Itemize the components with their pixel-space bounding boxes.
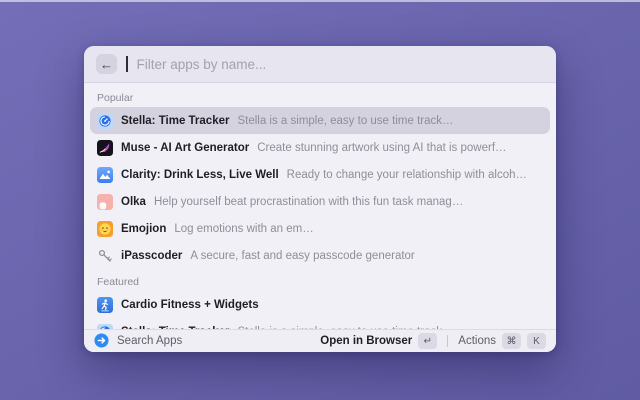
list-item-ipasscoder[interactable]: iPasscoder A secure, fast and easy passc… bbox=[90, 242, 550, 269]
app-subtitle: Help yourself beat procrastination with … bbox=[154, 196, 463, 208]
list-item-stella-featured[interactable]: Stella: Time Tracker Stella is a simple,… bbox=[90, 318, 550, 329]
section-header-featured: Featured bbox=[84, 269, 556, 291]
list-item-stella[interactable]: Stella: Time Tracker Stella is a simple,… bbox=[90, 107, 550, 134]
return-keycap: ↵ bbox=[418, 333, 437, 349]
app-subtitle: Create stunning artwork using AI that is… bbox=[257, 142, 506, 154]
app-subtitle: A secure, fast and easy passcode generat… bbox=[190, 250, 414, 262]
list-item-cardio[interactable]: Cardio Fitness + Widgets bbox=[90, 291, 550, 318]
app-title: Cardio Fitness + Widgets bbox=[121, 299, 259, 311]
footer-divider bbox=[447, 335, 448, 347]
command-keycap: ⌘ bbox=[502, 333, 521, 349]
back-button[interactable]: ← bbox=[96, 54, 117, 74]
search-input[interactable] bbox=[137, 57, 545, 72]
key-icon bbox=[97, 248, 113, 264]
emojion-face-icon bbox=[97, 221, 113, 237]
section-header-popular: Popular bbox=[84, 85, 556, 107]
footer-actions: Open in Browser ↵ Actions ⌘ K bbox=[320, 333, 546, 349]
clarity-mountain-icon bbox=[97, 167, 113, 183]
list-item-muse[interactable]: Muse - AI Art Generator Create stunning … bbox=[90, 134, 550, 161]
muse-brush-icon bbox=[97, 140, 113, 156]
app-title: Olka bbox=[121, 196, 146, 208]
text-caret bbox=[126, 56, 128, 72]
search-apps-icon bbox=[94, 333, 110, 349]
app-subtitle: Log emotions with an em… bbox=[174, 223, 313, 235]
results-list: Popular Stella: Time Tracker Stella is a… bbox=[84, 83, 556, 329]
footer-bar: Search Apps Open in Browser ↵ Actions ⌘ … bbox=[84, 329, 556, 352]
menu-bar-sliver bbox=[0, 0, 640, 2]
app-title: Clarity: Drink Less, Live Well bbox=[121, 169, 279, 181]
app-subtitle: Ready to change your relationship with a… bbox=[287, 169, 527, 181]
olka-pink-icon bbox=[97, 194, 113, 210]
app-title: Muse - AI Art Generator bbox=[121, 142, 249, 154]
stella-clock-icon bbox=[97, 113, 113, 129]
cardio-runner-icon bbox=[97, 297, 113, 313]
open-in-browser-button[interactable]: Open in Browser bbox=[320, 335, 412, 347]
app-search-panel: ← Popular Stella: Time Tracker Stella is… bbox=[84, 46, 556, 352]
footer-source: Search Apps bbox=[94, 333, 182, 349]
app-title: Emojion bbox=[121, 223, 166, 235]
list-item-olka[interactable]: Olka Help yourself beat procrastination … bbox=[90, 188, 550, 215]
list-item-emojion[interactable]: Emojion Log emotions with an em… bbox=[90, 215, 550, 242]
actions-button[interactable]: Actions bbox=[458, 335, 496, 347]
footer-source-label: Search Apps bbox=[117, 335, 182, 347]
app-subtitle: Stella is a simple, easy to use time tra… bbox=[237, 115, 453, 127]
k-keycap: K bbox=[527, 333, 546, 349]
list-item-clarity[interactable]: Clarity: Drink Less, Live Well Ready to … bbox=[90, 161, 550, 188]
app-title: Stella: Time Tracker bbox=[121, 115, 229, 127]
app-title: iPasscoder bbox=[121, 250, 182, 262]
search-bar: ← bbox=[84, 46, 556, 83]
